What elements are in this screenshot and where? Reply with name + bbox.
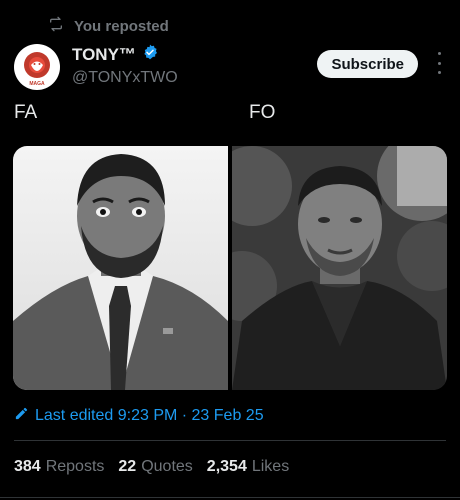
likes-count: 2,354 (206, 458, 247, 475)
author-handle[interactable]: @TONYxTWO (72, 69, 178, 87)
quotes-count: 22 (118, 458, 137, 475)
repost-icon (48, 16, 64, 36)
lion-logo-icon: MAGA (24, 52, 50, 87)
post-text-right: FO (249, 102, 276, 123)
reposts-label: Reposts (45, 458, 105, 475)
repost-text: You reposted (74, 17, 169, 35)
photo-right[interactable] (232, 146, 447, 390)
verified-badge-icon (142, 44, 158, 65)
reposts-count: 384 (14, 458, 41, 475)
likes-label: Likes (251, 458, 290, 475)
more-options-icon[interactable] (436, 52, 442, 74)
quotes-label: Quotes (141, 458, 193, 475)
media-grid (13, 146, 447, 390)
subscribe-button[interactable]: Subscribe (317, 50, 418, 78)
repost-indicator: You reposted (48, 16, 169, 36)
bottom-divider (0, 497, 460, 498)
last-edited-text: Last edited 9:23 PM · 23 Feb 25 (35, 407, 264, 424)
likes-stat[interactable]: 2,354 Likes (207, 458, 289, 476)
author-name[interactable]: TONY™ (72, 45, 136, 65)
post-stats: 384 Reposts 22 Quotes 2,354 Likes (14, 458, 289, 476)
post-text-left: FA (14, 102, 38, 123)
avatar[interactable]: MAGA (14, 44, 60, 90)
photo-left[interactable] (13, 146, 228, 390)
reposts-stat[interactable]: 384 Reposts (14, 458, 104, 476)
quotes-stat[interactable]: 22 Quotes (118, 458, 192, 476)
svg-text:MAGA: MAGA (29, 81, 45, 87)
post-header: MAGA TONY™ @TONYxTWO Subscribe (14, 44, 450, 96)
last-edited-link[interactable]: Last edited 9:23 PM · 23 Feb 25 (14, 406, 264, 426)
pencil-icon (14, 406, 29, 426)
author-block: TONY™ @TONYxTWO (72, 44, 178, 87)
divider (14, 440, 446, 441)
